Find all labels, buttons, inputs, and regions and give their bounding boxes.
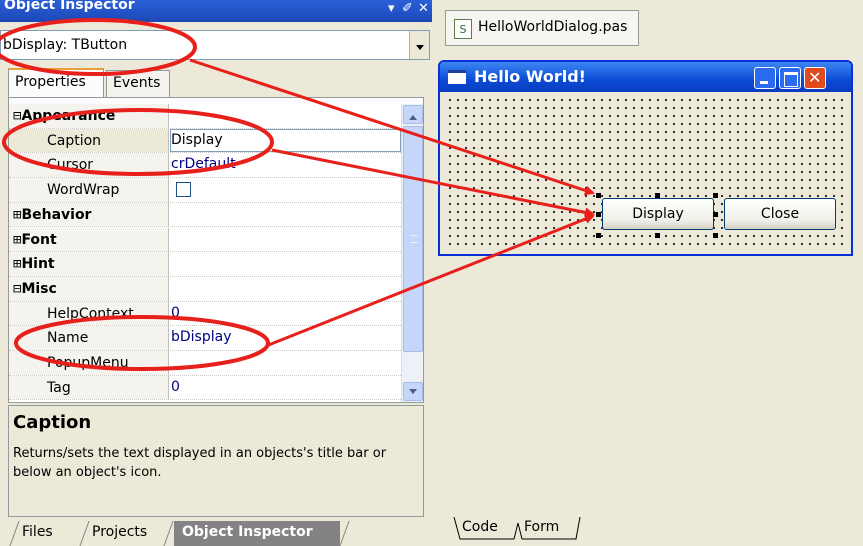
property-grid-scrollbar[interactable] (401, 104, 423, 402)
property-row[interactable]: Cursor crDefault (9, 153, 401, 179)
form-title: Hello World! (474, 67, 586, 86)
property-category-label: ⊟Appearance (9, 104, 169, 128)
object-inspector-title: Object Inspector (4, 0, 135, 13)
selection-handle[interactable] (655, 233, 660, 238)
property-row[interactable]: Name bDisplay (9, 326, 401, 351)
tab-separator (9, 521, 20, 546)
scroll-up-arrow-icon[interactable] (403, 105, 423, 124)
selected-object-value: bDisplay: TButton (3, 37, 128, 53)
scroll-thumb[interactable] (403, 126, 423, 352)
property-category[interactable]: ⊞Font (9, 227, 401, 253)
category-name: Appearance (21, 108, 116, 124)
object-inspector-titlebar: Object Inspector ▾ ✐ ✕ (0, 0, 432, 22)
editor-file-tab[interactable]: S HelloWorldDialog.pas (445, 10, 639, 46)
close-icon[interactable]: ✕ (418, 1, 429, 16)
dropdown-arrow-icon[interactable]: ▾ (388, 1, 395, 16)
selection-handle[interactable] (655, 193, 660, 198)
selection-handle[interactable] (596, 193, 601, 198)
category-name: Misc (21, 280, 57, 297)
property-value[interactable]: Display (171, 132, 223, 148)
tab-events[interactable]: Events (106, 70, 170, 97)
properties-pane: ⊟Appearance Caption Display Cursor crDefault… (8, 97, 424, 403)
description-body: Returns/sets the text displayed in an ob… (13, 446, 387, 480)
tab-files[interactable]: Files (22, 521, 53, 546)
chevron-down-icon[interactable] (409, 31, 429, 59)
property-value[interactable]: bDisplay (171, 329, 232, 345)
property-category[interactable]: ⊞Hint (9, 252, 401, 277)
description-heading: Caption (13, 412, 92, 433)
selection-handle[interactable] (713, 212, 718, 217)
property-grid: ⊟Appearance Caption Display Cursor crDefault… (9, 104, 401, 402)
display-button[interactable]: Display (602, 198, 714, 230)
object-selector-combo[interactable]: bDisplay: TButton (0, 30, 430, 60)
selection-handle[interactable] (596, 212, 601, 217)
property-category-label: ⊞Font (9, 227, 169, 252)
window-icon (448, 70, 466, 84)
property-value[interactable]: 0 (171, 379, 180, 395)
minimize-icon[interactable] (754, 67, 776, 89)
property-name: HelpContext (9, 301, 169, 326)
maximize-icon[interactable] (779, 67, 801, 89)
property-row[interactable]: Tag 0 (9, 375, 401, 401)
category-name: Behavior (21, 206, 92, 223)
property-value[interactable]: crDefault (171, 156, 236, 172)
property-category[interactable]: ⊟Appearance (9, 104, 401, 129)
tab-separator (163, 521, 174, 546)
tab-object-inspector[interactable]: Object Inspector (174, 521, 340, 546)
property-value[interactable]: 0 (171, 305, 180, 321)
tab-separator (339, 521, 350, 546)
property-row[interactable]: PopupMenu (9, 351, 401, 376)
close-button[interactable]: Close (724, 198, 836, 230)
property-name: WordWrap (9, 178, 169, 202)
tab-projects[interactable]: Projects (92, 521, 147, 546)
tab-form[interactable]: Form (524, 519, 559, 535)
property-name: Name (9, 326, 169, 350)
property-row[interactable]: WordWrap (9, 178, 401, 203)
form-titlebar[interactable]: Hello World! (440, 62, 851, 92)
object-inspector-panel: Object Inspector ▾ ✐ ✕ bDisplay: TButton… (0, 0, 432, 546)
pin-icon[interactable]: ✐ (402, 1, 413, 16)
property-name: PopupMenu (9, 351, 169, 375)
property-category-label: ⊞Hint (9, 252, 169, 276)
property-name: Tag (9, 375, 169, 400)
selection-handle[interactable] (713, 193, 718, 198)
close-icon[interactable] (804, 67, 826, 89)
property-category[interactable]: ⊞Behavior (9, 202, 401, 228)
category-name: Hint (21, 256, 55, 273)
property-row[interactable]: HelpContext 0 (9, 301, 401, 327)
selection-handle[interactable] (596, 233, 601, 238)
property-row[interactable]: Caption Display (9, 128, 401, 154)
property-category[interactable]: ⊟Misc (9, 276, 401, 302)
property-name: Caption (9, 128, 169, 153)
wordwrap-checkbox[interactable] (176, 182, 191, 198)
tab-separator (79, 521, 90, 546)
property-category-label: ⊟Misc (9, 276, 169, 301)
property-description-panel: Caption Returns/sets the text displayed … (8, 405, 424, 517)
property-name: Cursor (9, 153, 169, 178)
selection-handle[interactable] (713, 233, 718, 238)
file-tab-label: HelloWorldDialog.pas (478, 19, 628, 35)
pascal-source-file-icon: S (454, 19, 472, 39)
category-name: Font (21, 231, 57, 248)
property-category-label: ⊞Behavior (9, 202, 169, 227)
scroll-down-arrow-icon[interactable] (403, 382, 423, 401)
tab-code[interactable]: Code (462, 519, 498, 535)
grip-icon (410, 235, 418, 243)
tab-properties[interactable]: Properties (8, 68, 104, 98)
